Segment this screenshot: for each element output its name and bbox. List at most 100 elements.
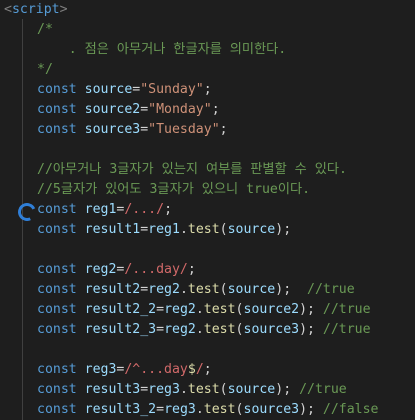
code-token: source3 bbox=[84, 122, 141, 137]
code-token: . bbox=[179, 222, 188, 237]
code-line[interactable]: const source="Sunday"; bbox=[37, 80, 212, 100]
code-token: . bbox=[179, 382, 188, 397]
code-token: const bbox=[37, 282, 85, 297]
code-token: source bbox=[227, 282, 276, 297]
code-token: < bbox=[4, 2, 12, 17]
code-token: source2 bbox=[243, 302, 300, 317]
code-token: . bbox=[195, 402, 204, 417]
code-token: ; bbox=[219, 122, 228, 137]
code-token: reg2 bbox=[148, 282, 180, 297]
code-line[interactable]: const source3="Tuesday"; bbox=[37, 120, 228, 140]
code-token: ( bbox=[235, 402, 244, 417]
code-token: const bbox=[37, 402, 85, 417]
code-token: reg2 bbox=[164, 302, 196, 317]
code-token: //false bbox=[322, 402, 379, 417]
code-token: result2_3 bbox=[84, 322, 157, 337]
code-token: reg3 bbox=[84, 362, 117, 377]
code-token: /^...day bbox=[124, 362, 188, 377]
code-token: = bbox=[140, 122, 149, 137]
code-token: reg1 bbox=[148, 222, 180, 237]
code-token: const bbox=[37, 122, 85, 137]
code-line[interactable]: */ bbox=[37, 60, 53, 80]
code-token: result2 bbox=[84, 282, 141, 297]
code-token: ; bbox=[211, 102, 220, 117]
code-token: ; bbox=[164, 202, 173, 217]
code-line[interactable]: const result1=reg1.test(source); bbox=[37, 220, 291, 240]
code-token: const bbox=[37, 322, 85, 337]
code-token: ); bbox=[299, 302, 323, 317]
code-token: = bbox=[156, 402, 165, 417]
code-line[interactable]: /* bbox=[37, 20, 53, 40]
code-line[interactable]: //아무거나 3글자가 있는지 여부를 판별할 수 있다. bbox=[37, 160, 347, 180]
code-token: . 점은 아무거나 한글자를 의미한다. bbox=[37, 42, 287, 57]
code-token: reg3 bbox=[164, 402, 196, 417]
code-token: = bbox=[140, 282, 149, 297]
code-token: = bbox=[156, 302, 165, 317]
code-token: script bbox=[11, 2, 60, 17]
code-line[interactable]: //5글자가 있어도 3글자가 있으니 true이다. bbox=[37, 180, 310, 200]
code-token: reg2 bbox=[84, 262, 117, 277]
code-token: ); bbox=[275, 222, 292, 237]
code-token: ; bbox=[203, 82, 212, 97]
code-line[interactable]: const reg3=/^...day$/; bbox=[37, 360, 212, 380]
code-token: test bbox=[187, 222, 220, 237]
code-token: = bbox=[140, 102, 149, 117]
code-token: //아무거나 3글자가 있는지 여부를 판별할 수 있다. bbox=[37, 162, 347, 177]
code-token: //5글자가 있어도 3글자가 있으니 true이다. bbox=[37, 182, 311, 197]
loading-spinner-icon bbox=[15, 200, 39, 224]
code-token: = bbox=[140, 382, 149, 397]
code-line[interactable]: const reg1=/.../; bbox=[37, 200, 172, 220]
code-token: . bbox=[195, 302, 204, 317]
code-token: . bbox=[195, 322, 204, 337]
code-token: const bbox=[37, 382, 85, 397]
code-token: ); bbox=[275, 282, 308, 297]
code-line[interactable]: const reg2=/...day/; bbox=[37, 260, 196, 280]
code-token: ( bbox=[235, 322, 244, 337]
code-token: result3 bbox=[84, 382, 141, 397]
code-token: //true bbox=[299, 382, 347, 397]
code-token: test bbox=[203, 302, 236, 317]
code-token: /.../ bbox=[124, 202, 165, 217]
code-token: source3 bbox=[243, 402, 300, 417]
code-token: const bbox=[37, 102, 85, 117]
code-token: test bbox=[187, 282, 220, 297]
code-line[interactable]: const result3=reg3.test(source); //true bbox=[37, 380, 347, 400]
code-token: source3 bbox=[243, 322, 300, 337]
code-token: ); bbox=[275, 382, 300, 397]
code-token: . bbox=[179, 282, 188, 297]
code-token: ; bbox=[203, 362, 212, 377]
code-token: source bbox=[227, 222, 276, 237]
code-token: ( bbox=[219, 222, 228, 237]
code-token: source2 bbox=[84, 102, 141, 117]
code-token: ; bbox=[187, 262, 196, 277]
code-token: /...day/ bbox=[124, 262, 188, 277]
code-token: */ bbox=[37, 62, 53, 77]
code-token: /* bbox=[37, 22, 53, 37]
code-token: //true bbox=[307, 282, 355, 297]
code-line[interactable]: const source2="Monday"; bbox=[37, 100, 220, 120]
code-token: ( bbox=[235, 302, 244, 317]
code-token: > bbox=[59, 2, 68, 17]
code-line[interactable]: . 점은 아무거나 한글자를 의미한다. bbox=[37, 40, 287, 60]
code-token: const bbox=[37, 222, 85, 237]
code-token: ( bbox=[219, 382, 228, 397]
code-token: = bbox=[156, 322, 165, 337]
code-editor[interactable]: <script> /* . 점은 아무거나 한글자를 의미한다. */ const s… bbox=[0, 0, 415, 420]
code-line[interactable]: <script> bbox=[4, 0, 68, 20]
code-token: //true bbox=[322, 302, 371, 317]
code-token: const bbox=[37, 362, 85, 377]
code-line[interactable]: const result2=reg2.test(source); //true bbox=[37, 280, 355, 300]
code-token: reg2 bbox=[164, 322, 196, 337]
code-token: ); bbox=[299, 322, 323, 337]
code-token: //true bbox=[322, 322, 371, 337]
code-token: const bbox=[37, 302, 85, 317]
code-line[interactable]: const result2_2=reg2.test(source2); //tr… bbox=[37, 300, 371, 320]
code-line[interactable]: const result2_3=reg2.test(source3); //tr… bbox=[37, 320, 371, 340]
code-token: const bbox=[37, 82, 85, 97]
code-token: / bbox=[195, 362, 204, 377]
code-token: reg3 bbox=[148, 382, 180, 397]
code-token: const bbox=[37, 202, 85, 217]
code-token: source bbox=[227, 382, 276, 397]
code-line[interactable]: const result3_2=reg3.test(source3); //fa… bbox=[37, 400, 378, 420]
code-token: "Monday" bbox=[148, 102, 212, 117]
